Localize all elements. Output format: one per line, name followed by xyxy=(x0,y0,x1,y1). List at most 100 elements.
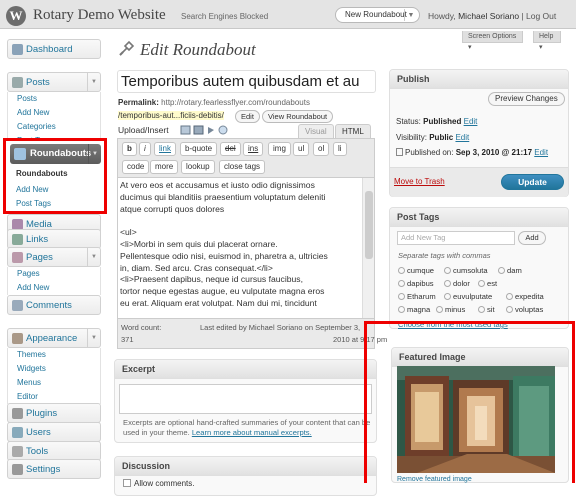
excerpt-title[interactable]: Excerpt xyxy=(115,360,376,379)
menu-pages-label[interactable]: Pages xyxy=(26,252,53,263)
tab-html[interactable]: HTML xyxy=(335,124,371,138)
close-tags-button[interactable]: close tags xyxy=(219,160,266,174)
ol-button[interactable]: ol xyxy=(313,142,330,156)
tag-item[interactable]: est xyxy=(478,279,497,288)
allow-comments-checkbox[interactable] xyxy=(123,479,131,487)
favorite-actions[interactable]: New Roundabout ▼ xyxy=(335,7,420,23)
post-tags-title[interactable]: Post Tags xyxy=(390,208,568,227)
menu-links[interactable]: Links xyxy=(7,229,101,249)
blockquote-button[interactable]: b-quote xyxy=(180,142,218,156)
submenu-pages[interactable]: Pages xyxy=(8,267,100,281)
site-title[interactable]: Rotary Demo Website xyxy=(33,7,166,24)
user-name-link[interactable]: Michael Soriano xyxy=(458,11,519,21)
remove-tag-icon[interactable] xyxy=(506,306,513,313)
edit-date-link[interactable]: Edit xyxy=(534,148,548,157)
tag-item[interactable]: minus xyxy=(436,305,465,314)
add-tag-button[interactable]: Add xyxy=(518,231,546,245)
tag-item[interactable]: dolor xyxy=(444,279,470,288)
menu-plugins-label[interactable]: Plugins xyxy=(26,408,57,419)
submenu-roundabout-post-tags[interactable]: Post Tags xyxy=(16,199,51,208)
menu-comments[interactable]: Comments xyxy=(7,295,101,315)
chevron-down-icon[interactable]: ▼ xyxy=(87,329,100,347)
publish-title[interactable]: Publish xyxy=(390,70,568,89)
permalink-slug[interactable]: /temporibus-aut...ficiis-debitis/ xyxy=(118,111,224,120)
screen-options-tab[interactable]: Screen Options ▾ xyxy=(462,31,523,51)
scrollbar-thumb[interactable] xyxy=(365,191,373,259)
more-button[interactable]: more xyxy=(150,160,179,174)
link-button[interactable]: link xyxy=(154,142,177,156)
content-textarea[interactable]: At vero eos et accusamus et iusto odio d… xyxy=(117,178,375,319)
submenu-categories[interactable]: Categories xyxy=(8,120,100,134)
submenu-themes[interactable]: Themes xyxy=(8,348,100,362)
italic-button[interactable]: i xyxy=(139,142,151,156)
favorite-action-label[interactable]: New Roundabout xyxy=(345,10,407,19)
tag-item[interactable]: Etharum xyxy=(398,292,436,301)
tag-item[interactable]: sit xyxy=(478,305,495,314)
tag-item[interactable]: dam xyxy=(498,266,522,275)
remove-tag-icon[interactable] xyxy=(444,267,451,274)
update-button[interactable]: Update xyxy=(501,174,564,190)
upload-media-icons[interactable] xyxy=(180,125,230,136)
tag-item[interactable]: cumsoluta xyxy=(444,266,488,275)
code-button[interactable]: code xyxy=(122,160,150,174)
menu-dashboard-label[interactable]: Dashboard xyxy=(26,44,72,55)
submenu-add-new-page[interactable]: Add New xyxy=(8,281,100,295)
remove-tag-icon[interactable] xyxy=(506,293,513,300)
view-roundabout-button[interactable]: View Roundabout xyxy=(262,110,334,123)
li-button[interactable]: li xyxy=(333,142,347,156)
remove-tag-icon[interactable] xyxy=(398,293,405,300)
menu-users-label[interactable]: Users xyxy=(26,427,51,438)
edit-status-link[interactable]: Edit xyxy=(464,117,478,126)
tag-item[interactable]: magna xyxy=(398,305,430,314)
remove-tag-icon[interactable] xyxy=(436,306,443,313)
remove-tag-icon[interactable] xyxy=(398,306,405,313)
del-button[interactable]: del xyxy=(220,142,241,156)
remove-tag-icon[interactable] xyxy=(478,306,485,313)
submenu-add-new-post[interactable]: Add New xyxy=(8,106,100,120)
submenu-add-new-roundabout[interactable]: Add New xyxy=(16,185,48,194)
menu-pages[interactable]: Pages ▼ xyxy=(7,247,101,267)
edit-permalink-button[interactable]: Edit xyxy=(235,110,260,123)
remove-tag-icon[interactable] xyxy=(478,280,485,287)
excerpt-textarea[interactable] xyxy=(119,384,372,414)
menu-links-label[interactable]: Links xyxy=(26,234,48,245)
chevron-down-icon[interactable]: ▼ xyxy=(88,144,101,164)
menu-tools[interactable]: Tools xyxy=(7,441,101,461)
tag-item[interactable]: cumque xyxy=(398,266,434,275)
menu-users[interactable]: Users xyxy=(7,422,101,442)
submenu-roundabouts[interactable]: Roundabouts xyxy=(16,169,68,178)
ins-button[interactable]: ins xyxy=(243,142,264,156)
move-to-trash-link[interactable]: Move to Trash xyxy=(394,177,445,186)
excerpt-learn-more-link[interactable]: Learn more about manual excerpts. xyxy=(192,428,312,437)
remove-tag-icon[interactable] xyxy=(498,267,505,274)
menu-roundabouts-label[interactable]: Roundabouts xyxy=(30,148,91,159)
chevron-down-icon[interactable]: ▼ xyxy=(404,9,417,21)
menu-plugins[interactable]: Plugins xyxy=(7,403,101,423)
allow-comments-label[interactable]: Allow comments. xyxy=(134,479,194,488)
menu-settings[interactable]: Settings xyxy=(7,459,101,479)
menu-roundabouts[interactable]: Roundabouts ▼ xyxy=(10,144,101,164)
menu-appearance[interactable]: Appearance ▼ xyxy=(7,328,101,348)
menu-posts-label[interactable]: Posts xyxy=(26,77,50,88)
help-tab[interactable]: Help ▾ xyxy=(533,31,561,51)
menu-posts[interactable]: Posts ▼ xyxy=(7,72,101,92)
remove-tag-icon[interactable] xyxy=(444,293,451,300)
submenu-menus[interactable]: Menus xyxy=(8,376,100,390)
edit-visibility-link[interactable]: Edit xyxy=(455,133,469,142)
new-tag-input[interactable]: Add New Tag xyxy=(397,231,515,245)
tag-item[interactable]: euvulputate xyxy=(444,292,492,301)
remove-tag-icon[interactable] xyxy=(398,267,405,274)
ul-button[interactable]: ul xyxy=(293,142,310,156)
menu-settings-label[interactable]: Settings xyxy=(26,464,60,475)
tag-item[interactable]: dapibus xyxy=(398,279,434,288)
tag-item[interactable]: voluptas xyxy=(506,305,543,314)
img-button[interactable]: img xyxy=(268,142,291,156)
submenu-editor[interactable]: Editor xyxy=(8,390,100,404)
chevron-down-icon[interactable]: ▼ xyxy=(87,248,100,266)
discussion-title[interactable]: Discussion xyxy=(115,457,376,476)
post-title-input[interactable]: Temporibus autem quibusdam et au xyxy=(117,70,376,93)
menu-dashboard[interactable]: Dashboard xyxy=(7,39,101,59)
tab-visual[interactable]: Visual xyxy=(298,124,334,138)
tag-item[interactable]: expedita xyxy=(506,292,544,301)
remove-tag-icon[interactable] xyxy=(398,280,405,287)
